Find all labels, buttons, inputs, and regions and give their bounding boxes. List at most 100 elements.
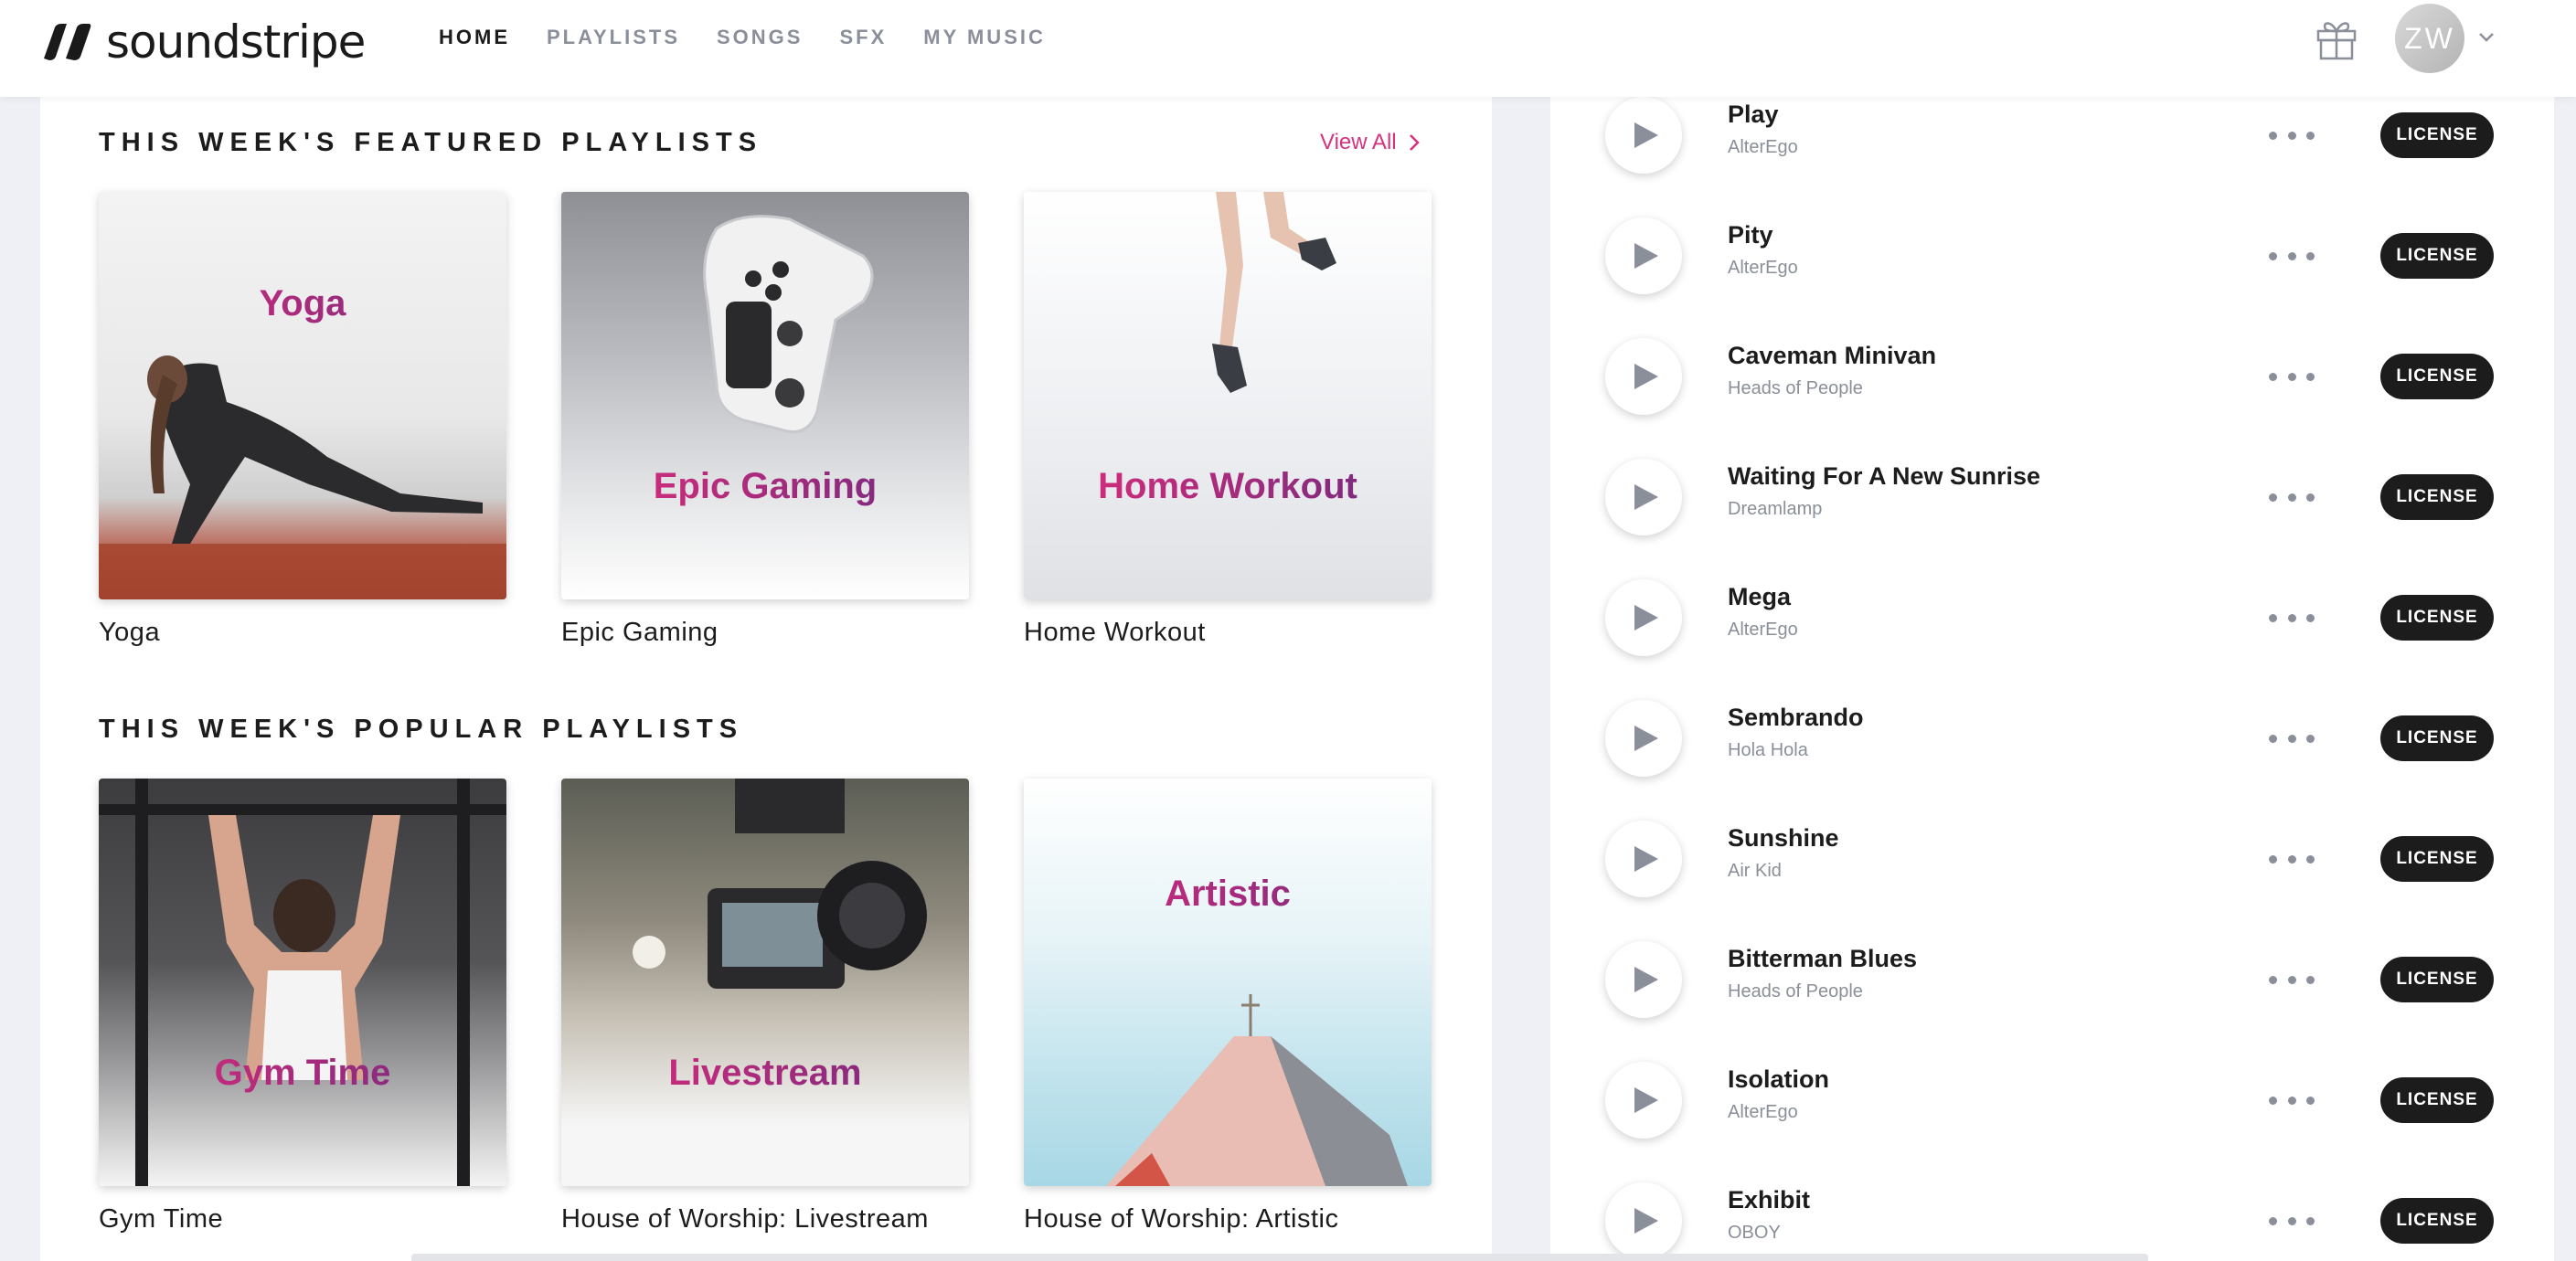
play-button[interactable] xyxy=(1605,941,1682,1018)
more-icon-dot xyxy=(2306,131,2315,140)
more-icon-dot xyxy=(2287,613,2296,622)
song-artist[interactable]: Air Kid xyxy=(1728,861,1782,882)
play-icon xyxy=(1634,726,1658,751)
song-title[interactable]: Exhibit xyxy=(1728,1186,1810,1214)
song-artist[interactable]: AlterEgo xyxy=(1728,137,1798,158)
nav-songs[interactable]: SONGS xyxy=(717,26,803,49)
more-options-button[interactable] xyxy=(2269,1210,2315,1232)
license-button[interactable]: LICENSE xyxy=(2380,474,2494,520)
play-button[interactable] xyxy=(1605,579,1682,656)
song-title[interactable]: Pity xyxy=(1728,221,1773,249)
more-icon-dot xyxy=(2306,975,2315,984)
more-icon-dot xyxy=(2287,372,2296,381)
song-row[interactable]: Pity AlterEgo LICENSE xyxy=(1550,196,2554,316)
gym-figure-illustration xyxy=(99,779,506,1186)
play-button[interactable] xyxy=(1605,97,1682,174)
playlist-card-home-workout[interactable]: Home Workout Home Workout xyxy=(1024,192,1432,648)
play-button[interactable] xyxy=(1605,821,1682,897)
song-list-panel: Play AlterEgo LICENSE Pity AlterEgo LICENSE Ca… xyxy=(1550,97,2554,1261)
song-artist[interactable]: Dreamlamp xyxy=(1728,499,1822,520)
more-icon-dot xyxy=(2306,1096,2315,1105)
song-row[interactable]: Bitterman Blues Heads of People LICENSE xyxy=(1550,919,2554,1040)
song-artist[interactable]: Hola Hola xyxy=(1728,740,1808,761)
more-options-button[interactable] xyxy=(2269,969,2315,991)
more-icon-dot xyxy=(2287,854,2296,864)
nav-sfx[interactable]: SFX xyxy=(839,26,887,49)
play-button[interactable] xyxy=(1605,459,1682,535)
more-icon-dot xyxy=(2306,1216,2315,1225)
chevron-down-icon[interactable] xyxy=(2475,27,2497,46)
soundstripe-logo[interactable]: soundstripe xyxy=(38,15,366,69)
song-row[interactable]: Isolation AlterEgo LICENSE xyxy=(1550,1040,2554,1160)
gift-icon[interactable] xyxy=(2313,15,2360,62)
song-title[interactable]: Sunshine xyxy=(1728,824,1839,853)
song-row[interactable]: Sembrando Hola Hola LICENSE xyxy=(1550,678,2554,799)
license-button[interactable]: LICENSE xyxy=(2380,354,2494,399)
license-button[interactable]: LICENSE xyxy=(2380,836,2494,882)
play-icon xyxy=(1634,484,1658,510)
license-button[interactable]: LICENSE xyxy=(2380,957,2494,1002)
song-artist[interactable]: Heads of People xyxy=(1728,981,1863,1002)
song-title[interactable]: Waiting For A New Sunrise xyxy=(1728,462,2040,491)
more-icon-dot xyxy=(2269,251,2277,260)
play-icon xyxy=(1634,846,1658,872)
more-options-button[interactable] xyxy=(2269,486,2315,508)
more-icon-dot xyxy=(2269,1096,2277,1105)
play-button[interactable] xyxy=(1605,1182,1682,1259)
song-title[interactable]: Mega xyxy=(1728,583,1791,611)
song-artist[interactable]: AlterEgo xyxy=(1728,620,1798,641)
song-title[interactable]: Caveman Minivan xyxy=(1728,342,1936,370)
card-overlay-title: Livestream xyxy=(561,1053,969,1094)
play-button[interactable] xyxy=(1605,338,1682,415)
license-button[interactable]: LICENSE xyxy=(2380,595,2494,641)
song-row[interactable]: Caveman Minivan Heads of People LICENSE xyxy=(1550,316,2554,437)
playlist-card-yoga[interactable]: Yoga Yoga xyxy=(99,192,506,648)
more-options-button[interactable] xyxy=(2269,366,2315,387)
song-artist[interactable]: AlterEgo xyxy=(1728,258,1798,279)
more-options-button[interactable] xyxy=(2269,124,2315,146)
song-title[interactable]: Sembrando xyxy=(1728,704,1864,732)
song-row[interactable]: Exhibit OBOY LICENSE xyxy=(1550,1160,2554,1261)
playlist-card-livestream[interactable]: Livestream House of Worship: Livestream xyxy=(561,779,969,1235)
yoga-figure-illustration xyxy=(99,355,506,599)
more-icon-dot xyxy=(2306,613,2315,622)
song-row[interactable]: Mega AlterEgo LICENSE xyxy=(1550,557,2554,678)
nav-my-music[interactable]: MY MUSIC xyxy=(923,26,1046,49)
song-row[interactable]: Sunshine Air Kid LICENSE xyxy=(1550,799,2554,919)
playlist-card-gym-time[interactable]: Gym Time Gym Time xyxy=(99,779,506,1235)
more-options-button[interactable] xyxy=(2269,848,2315,870)
card-caption: Gym Time xyxy=(99,1204,224,1234)
play-button[interactable] xyxy=(1605,700,1682,777)
more-icon-dot xyxy=(2287,493,2296,502)
more-icon-dot xyxy=(2287,251,2296,260)
more-options-button[interactable] xyxy=(2269,1089,2315,1111)
nav-home[interactable]: HOME xyxy=(439,26,510,49)
song-title[interactable]: Bitterman Blues xyxy=(1728,945,1917,973)
license-button[interactable]: LICENSE xyxy=(2380,112,2494,158)
song-artist[interactable]: OBOY xyxy=(1728,1223,1781,1244)
jumping-legs-illustration xyxy=(1212,192,1336,393)
nav-playlists[interactable]: PLAYLISTS xyxy=(547,26,680,49)
top-navigation-bar: soundstripe HOME PLAYLISTS SONGS SFX MY … xyxy=(0,0,2576,97)
song-title[interactable]: Isolation xyxy=(1728,1065,1829,1094)
card-overlay-title: Epic Gaming xyxy=(561,466,969,507)
more-options-button[interactable] xyxy=(2269,727,2315,749)
song-row[interactable]: Waiting For A New Sunrise Dreamlamp LICENS… xyxy=(1550,437,2554,557)
more-options-button[interactable] xyxy=(2269,607,2315,629)
user-avatar[interactable]: ZW xyxy=(2395,4,2464,73)
license-button[interactable]: LICENSE xyxy=(2380,233,2494,279)
song-artist[interactable]: AlterEgo xyxy=(1728,1102,1798,1123)
playlist-card-epic-gaming[interactable]: Epic Gaming Epic Gaming xyxy=(561,192,969,648)
play-button[interactable] xyxy=(1605,217,1682,294)
play-button[interactable] xyxy=(1605,1062,1682,1139)
play-icon xyxy=(1634,243,1658,269)
popular-playlists-title: THIS WEEK'S POPULAR PLAYLISTS xyxy=(99,715,744,744)
more-options-button[interactable] xyxy=(2269,245,2315,267)
song-title[interactable]: Play xyxy=(1728,101,1779,129)
license-button[interactable]: LICENSE xyxy=(2380,1198,2494,1244)
license-button[interactable]: LICENSE xyxy=(2380,1077,2494,1123)
song-artist[interactable]: Heads of People xyxy=(1728,378,1863,399)
playlist-card-artistic[interactable]: Artistic House of Worship: Artistic xyxy=(1024,779,1432,1235)
license-button[interactable]: LICENSE xyxy=(2380,715,2494,761)
view-all-link[interactable]: View All xyxy=(1320,130,1421,155)
